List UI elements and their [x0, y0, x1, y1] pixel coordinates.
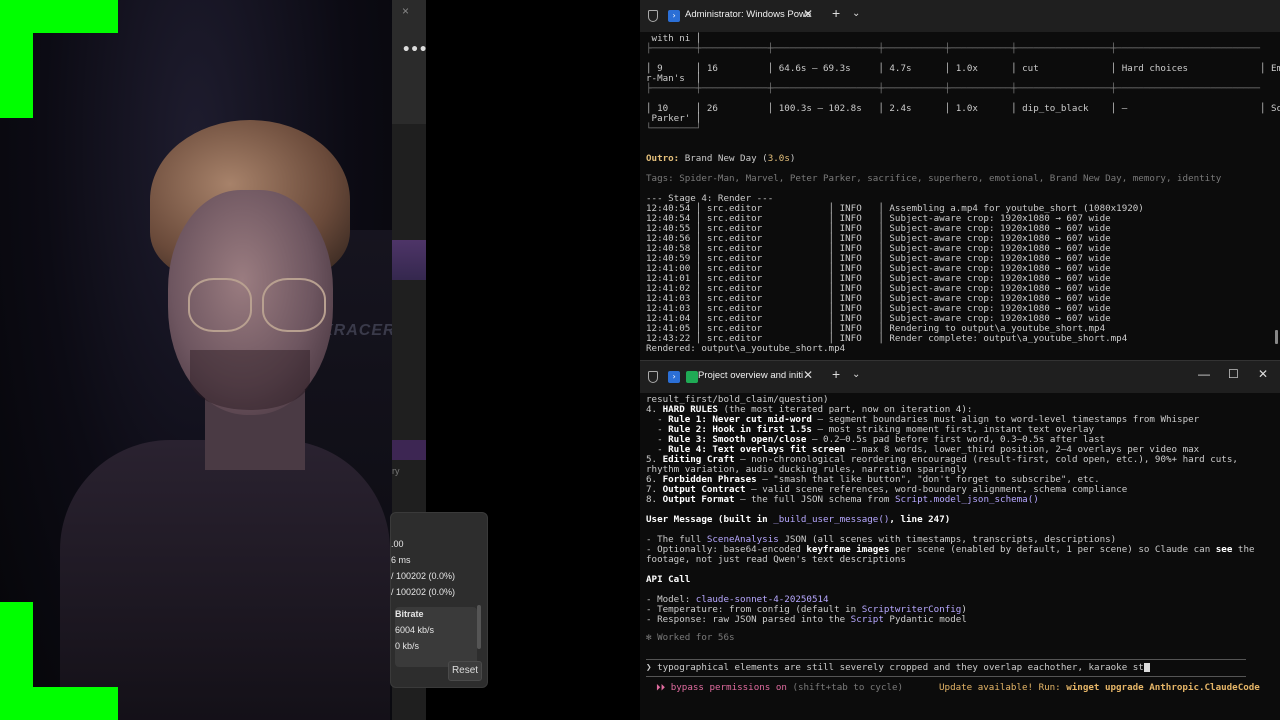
terminal-window-claude[interactable]: › Project overview and initi ✕ + ⌄ — ☐ ✕…: [640, 360, 1280, 720]
bg-app-label: ry: [392, 466, 400, 476]
claude-tab-icon: [686, 371, 698, 383]
bitrate-value: 6004 kb/s: [395, 625, 435, 635]
powershell-icon: ›: [668, 10, 680, 22]
update-command: winget upgrade Anthropic.ClaudeCode: [1066, 682, 1260, 693]
stat-value: / 100202 (0.0%): [391, 571, 456, 581]
prompt-text: typographical elements are still severel…: [651, 662, 1144, 673]
text-segment: Script: [850, 614, 884, 625]
cursor: [1143, 663, 1150, 672]
update-prefix: Update available! Run:: [939, 682, 1067, 693]
text-segment: API Call: [646, 574, 691, 585]
outro-duration: 3.0s: [767, 153, 790, 164]
tab-title[interactable]: Project overview and initi: [698, 370, 803, 381]
text-segment: Pydantic model: [883, 614, 967, 625]
bypass-icon: ⏵⏵: [656, 682, 671, 693]
text-segment: - Response: raw JSON parsed into the: [646, 614, 851, 625]
text-segment: _build_user_message(): [773, 514, 890, 525]
tags-line: Tags: Spider-Man, Marvel, Peter Parker, …: [646, 173, 1222, 184]
terminal-tab-bar: › Administrator: Windows Powe ✕ + ⌄: [640, 0, 1280, 32]
stat-value: / 100202 (0.0%): [391, 587, 456, 597]
tab-close-icon[interactable]: ✕: [803, 368, 813, 382]
new-tab-icon[interactable]: +: [832, 5, 840, 21]
text-segment: Script.model_json_schema(): [894, 494, 1039, 505]
maximize-icon[interactable]: ☐: [1228, 367, 1239, 381]
outro-close: ): [789, 153, 796, 164]
bg-app-graph: [392, 240, 426, 280]
chevron-down-icon[interactable]: ⌄: [852, 369, 860, 380]
tab-title[interactable]: Administrator: Windows Powe: [685, 9, 811, 20]
bypass-hint: (shift+tab to cycle): [786, 682, 904, 693]
scrollbar[interactable]: [1275, 330, 1278, 344]
reset-button[interactable]: Reset: [448, 661, 482, 681]
update-notice: Update available! Run: winget upgrade An…: [939, 683, 1260, 693]
terminal-window-powershell[interactable]: › Administrator: Windows Powe ✕ + ⌄ with…: [640, 0, 1280, 360]
worked-status: ✻ Worked for 56s: [646, 632, 735, 643]
text-segment: , line 247): [889, 514, 951, 525]
bypass-status: ⏵⏵ bypass permissions on (shift+tab to c…: [656, 683, 903, 693]
outro-label: Outro:: [646, 153, 680, 164]
glasses-right-lens: [262, 278, 326, 332]
prompt-input[interactable]: ❯ typographical elements are still sever…: [646, 663, 1150, 673]
terminal-line: ├────────┼────────────┼─────────────────…: [646, 43, 1260, 54]
scrollbar[interactable]: [477, 605, 481, 649]
powershell-icon: ›: [668, 371, 680, 383]
terminal-line: │ 10 │ 26 │ 100.3s – 102.8s │ 2.4s │ 1.0…: [646, 103, 1280, 114]
stat-value: 6 ms: [391, 555, 411, 565]
shield-icon: [648, 371, 658, 383]
text-segment: see: [1215, 544, 1233, 555]
terminal-line: └────────┘: [646, 123, 702, 134]
outro-line: Outro: Brand New Day (3.0s): [646, 154, 795, 164]
text-segment: footage, not just read Qwen's text descr…: [646, 554, 906, 565]
minimize-icon[interactable]: —: [1198, 367, 1210, 381]
green-screen-corner: [0, 687, 118, 720]
shield-icon: [648, 10, 658, 22]
green-screen-corner: [0, 0, 33, 118]
terminal-line: User Message (built in _build_user_messa…: [646, 515, 950, 525]
glasses-left-lens: [188, 278, 252, 332]
terminal-tab-bar: › Project overview and initi ✕ + ⌄ — ☐ ✕: [640, 361, 1280, 393]
terminal-line: 8. Output Format – the full JSON schema …: [646, 495, 1039, 505]
chevron-down-icon[interactable]: ⌄: [852, 8, 860, 19]
text-segment: 8.: [646, 494, 663, 505]
bg-app-graph: [392, 440, 426, 460]
person-body: [60, 440, 390, 720]
bg-app-header: [392, 0, 426, 124]
stat-value: .00: [391, 539, 404, 549]
text-segment: Output Format: [662, 494, 735, 505]
new-tab-icon[interactable]: +: [832, 366, 840, 382]
person-beard: [190, 350, 310, 410]
terminal-line: ├────────┼────────────┼─────────────────…: [646, 83, 1260, 94]
close-icon[interactable]: ×: [402, 4, 409, 18]
rendered-line: Rendered: output\a_youtube_short.mp4: [646, 343, 846, 354]
bypass-text: bypass permissions on: [670, 682, 787, 693]
terminal-line: footage, not just read Qwen's text descr…: [646, 555, 906, 565]
terminal-line: API Call: [646, 575, 690, 585]
terminal-line: │ 9 │ 16 │ 64.6s – 69.3s │ 4.7s │ 1.0x │…: [646, 63, 1280, 74]
terminal-line: - Response: raw JSON parsed into the Scr…: [646, 615, 967, 625]
text-segment: the: [1232, 544, 1255, 555]
text-segment: per scene (enabled by default, 1 per sce…: [889, 544, 1216, 555]
more-options-icon[interactable]: •••: [402, 42, 427, 58]
bitrate-value: 0 kb/s: [395, 641, 420, 651]
bitrate-label: Bitrate: [395, 609, 424, 619]
outro-text: Brand New Day (: [679, 153, 768, 164]
text-segment: User Message (built in: [646, 514, 774, 525]
chair-brand-text: XRACER: [322, 322, 392, 339]
tab-close-icon[interactable]: ✕: [803, 7, 813, 21]
window-close-icon[interactable]: ✕: [1258, 367, 1268, 381]
webcam-feed: XRACER: [0, 0, 392, 720]
text-segment: – the full JSON schema from: [734, 494, 895, 505]
